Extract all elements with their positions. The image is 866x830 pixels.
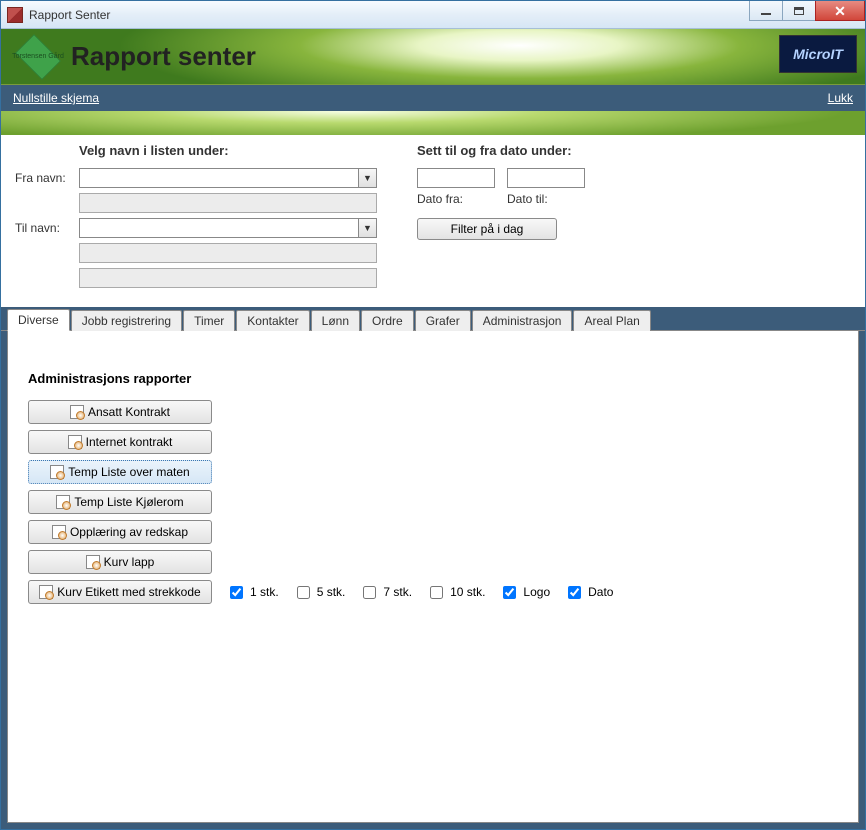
from-name-combo[interactable]: ▼ xyxy=(79,168,377,188)
window-controls: ✕ xyxy=(750,1,865,21)
reset-form-link[interactable]: Nullstille skjema xyxy=(13,91,99,105)
option-checkbox[interactable]: Dato xyxy=(564,583,613,602)
banner: Torstensen Gård Rapport senter MicroIT xyxy=(1,29,865,85)
tab-content: Administrasjons rapporter Ansatt Kontrak… xyxy=(7,331,859,823)
option-checkbox[interactable]: 1 stk. xyxy=(226,583,279,602)
report-button[interactable]: Temp Liste over maten xyxy=(28,460,212,484)
to-name-combo[interactable]: ▼ xyxy=(79,218,377,238)
option-checkbox[interactable]: 7 stk. xyxy=(359,583,412,602)
report-button[interactable]: Temp Liste Kjølerom xyxy=(28,490,212,514)
window-title: Rapport Senter xyxy=(29,8,110,22)
date-filter-section: Sett til og fra dato under: Dato fra: Da… xyxy=(417,143,585,240)
app-window: Rapport Senter ✕ Torstensen Gård Rapport… xyxy=(0,0,866,830)
logo-icon: Torstensen Gård xyxy=(11,38,65,76)
tabstrip: DiverseJobb registreringTimerKontakterLø… xyxy=(1,307,865,331)
date-to-label: Dato til: xyxy=(507,192,585,206)
report-button-list: Ansatt Kontrakt Internet kontrakt Temp Lis… xyxy=(28,400,838,604)
chevron-down-icon[interactable]: ▼ xyxy=(358,169,376,187)
date-to-input[interactable] xyxy=(507,168,585,188)
date-filter-heading: Sett til og fra dato under: xyxy=(417,143,585,158)
report-button[interactable]: Ansatt Kontrakt xyxy=(28,400,212,424)
filter-today-button[interactable]: Filter på i dag xyxy=(417,218,557,240)
report-button[interactable]: Opplæring av redskap xyxy=(28,520,212,544)
name-filter-section: Velg navn i listen under: Fra navn: ▼ Ti… xyxy=(15,143,377,293)
to-name-display-2 xyxy=(79,268,377,288)
report-button[interactable]: Kurv Etikett med strekkode xyxy=(28,580,212,604)
preview-icon xyxy=(52,525,66,539)
tab-grafer[interactable]: Grafer xyxy=(415,310,471,331)
reports-heading: Administrasjons rapporter xyxy=(28,371,838,386)
tab-ordre[interactable]: Ordre xyxy=(361,310,414,331)
preview-icon xyxy=(56,495,70,509)
preview-icon xyxy=(68,435,82,449)
preview-icon xyxy=(39,585,53,599)
minimize-button[interactable] xyxy=(749,1,783,21)
option-checkbox[interactable]: 10 stk. xyxy=(426,583,485,602)
preview-icon xyxy=(70,405,84,419)
tab-administrasjon[interactable]: Administrasjon xyxy=(472,310,573,331)
tab-lønn[interactable]: Lønn xyxy=(311,310,360,331)
from-name-label: Fra navn: xyxy=(15,171,79,185)
option-checkbox[interactable]: 5 stk. xyxy=(293,583,346,602)
close-window-button[interactable]: ✕ xyxy=(815,1,865,21)
tab-areal-plan[interactable]: Areal Plan xyxy=(573,310,650,331)
to-name-display-1 xyxy=(79,243,377,263)
tab-jobb-registrering[interactable]: Jobb registrering xyxy=(71,310,182,331)
preview-icon xyxy=(50,465,64,479)
filter-form: Velg navn i listen under: Fra navn: ▼ Ti… xyxy=(1,135,865,307)
close-link[interactable]: Lukk xyxy=(828,91,853,105)
tab-area: DiverseJobb registreringTimerKontakterLø… xyxy=(1,307,865,829)
page-title: Rapport senter xyxy=(71,41,256,72)
titlebar: Rapport Senter ✕ xyxy=(1,1,865,29)
decorative-wave xyxy=(1,111,865,135)
date-from-input[interactable] xyxy=(417,168,495,188)
chevron-down-icon[interactable]: ▼ xyxy=(358,219,376,237)
toolbar: Nullstille skjema Lukk xyxy=(1,85,865,111)
app-icon xyxy=(7,7,23,23)
report-button[interactable]: Kurv lapp xyxy=(28,550,212,574)
from-name-display xyxy=(79,193,377,213)
option-checkbox[interactable]: Logo xyxy=(499,583,550,602)
to-name-label: Til navn: xyxy=(15,221,79,235)
name-filter-heading: Velg navn i listen under: xyxy=(79,143,377,158)
date-from-label: Dato fra: xyxy=(417,192,495,206)
tab-kontakter[interactable]: Kontakter xyxy=(236,310,309,331)
preview-icon xyxy=(86,555,100,569)
maximize-button[interactable] xyxy=(782,1,816,21)
report-button[interactable]: Internet kontrakt xyxy=(28,430,212,454)
tab-timer[interactable]: Timer xyxy=(183,310,235,331)
tab-diverse[interactable]: Diverse xyxy=(7,309,70,331)
brand-logo: MicroIT xyxy=(779,35,857,73)
